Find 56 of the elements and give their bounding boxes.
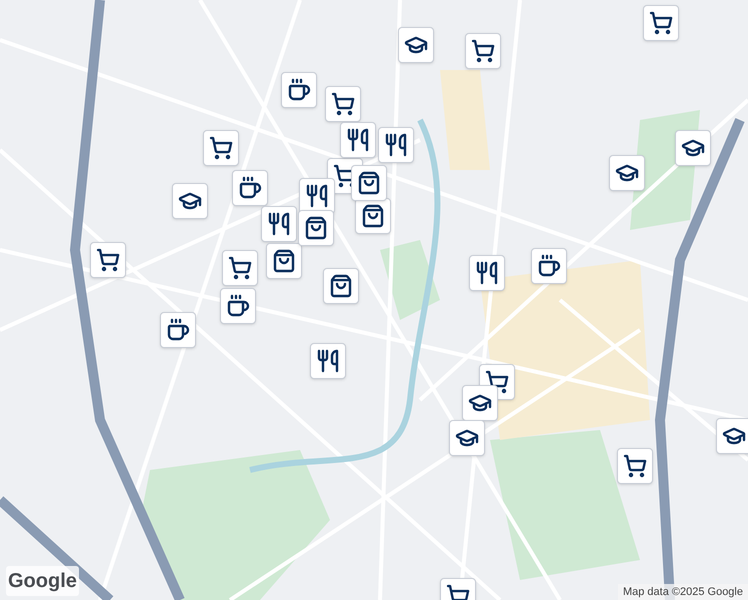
coffee-cup-marker[interactable] bbox=[531, 248, 567, 284]
shopping-cart-marker[interactable] bbox=[325, 86, 361, 122]
shopping-cart-marker[interactable] bbox=[203, 130, 239, 166]
fork-knife-icon bbox=[305, 184, 329, 208]
shopping-bag-icon bbox=[329, 274, 353, 298]
coffee-cup-icon bbox=[226, 294, 250, 318]
graduation-cap-marker[interactable] bbox=[172, 183, 208, 219]
graduation-cap-marker[interactable] bbox=[449, 420, 485, 456]
graduation-cap-marker[interactable] bbox=[675, 130, 711, 166]
fork-knife-marker[interactable] bbox=[299, 178, 335, 214]
shopping-bag-marker[interactable] bbox=[351, 165, 387, 201]
graduation-cap-marker[interactable] bbox=[716, 418, 748, 454]
shopping-cart-icon bbox=[471, 39, 495, 63]
shopping-cart-icon bbox=[485, 370, 509, 394]
coffee-cup-marker[interactable] bbox=[220, 288, 256, 324]
coffee-cup-icon bbox=[166, 318, 190, 342]
fork-knife-icon bbox=[267, 212, 291, 236]
shopping-cart-marker[interactable] bbox=[643, 5, 679, 41]
google-logo[interactable]: Google bbox=[6, 566, 79, 596]
fork-knife-icon bbox=[346, 128, 370, 152]
fork-knife-marker[interactable] bbox=[340, 122, 376, 158]
coffee-cup-marker[interactable] bbox=[232, 170, 268, 206]
fork-knife-marker[interactable] bbox=[378, 127, 414, 163]
coffee-cup-icon bbox=[238, 176, 262, 200]
fork-knife-marker[interactable] bbox=[261, 206, 297, 242]
shopping-cart-icon bbox=[209, 136, 233, 160]
fork-knife-icon bbox=[384, 133, 408, 157]
shopping-cart-marker[interactable] bbox=[617, 448, 653, 484]
shopping-bag-icon bbox=[304, 216, 328, 240]
graduation-cap-marker[interactable] bbox=[462, 385, 498, 421]
coffee-cup-icon bbox=[287, 78, 311, 102]
shopping-bag-marker[interactable] bbox=[266, 243, 302, 279]
coffee-cup-icon bbox=[537, 254, 561, 278]
shopping-bag-icon bbox=[361, 204, 385, 228]
shopping-bag-marker[interactable] bbox=[298, 210, 334, 246]
shopping-bag-marker[interactable] bbox=[323, 268, 359, 304]
map-attribution: Map data ©2025 Google bbox=[618, 584, 748, 600]
shopping-bag-icon bbox=[357, 171, 381, 195]
fork-knife-icon bbox=[316, 349, 340, 373]
shopping-bag-marker[interactable] bbox=[355, 198, 391, 234]
fork-knife-icon bbox=[475, 261, 499, 285]
graduation-cap-marker[interactable] bbox=[398, 27, 434, 63]
shopping-cart-icon bbox=[331, 92, 355, 116]
shopping-cart-marker[interactable] bbox=[222, 250, 258, 286]
graduation-cap-marker[interactable] bbox=[609, 155, 645, 191]
shopping-cart-icon bbox=[96, 248, 120, 272]
shopping-bag-icon bbox=[272, 249, 296, 273]
shopping-cart-icon bbox=[623, 454, 647, 478]
coffee-cup-marker[interactable] bbox=[160, 312, 196, 348]
shopping-cart-icon bbox=[649, 11, 673, 35]
fork-knife-marker[interactable] bbox=[469, 255, 505, 291]
coffee-cup-marker[interactable] bbox=[281, 72, 317, 108]
fork-knife-marker[interactable] bbox=[310, 343, 346, 379]
shopping-cart-marker[interactable] bbox=[90, 242, 126, 278]
shopping-cart-marker[interactable] bbox=[465, 33, 501, 69]
shopping-cart-icon bbox=[228, 256, 252, 280]
